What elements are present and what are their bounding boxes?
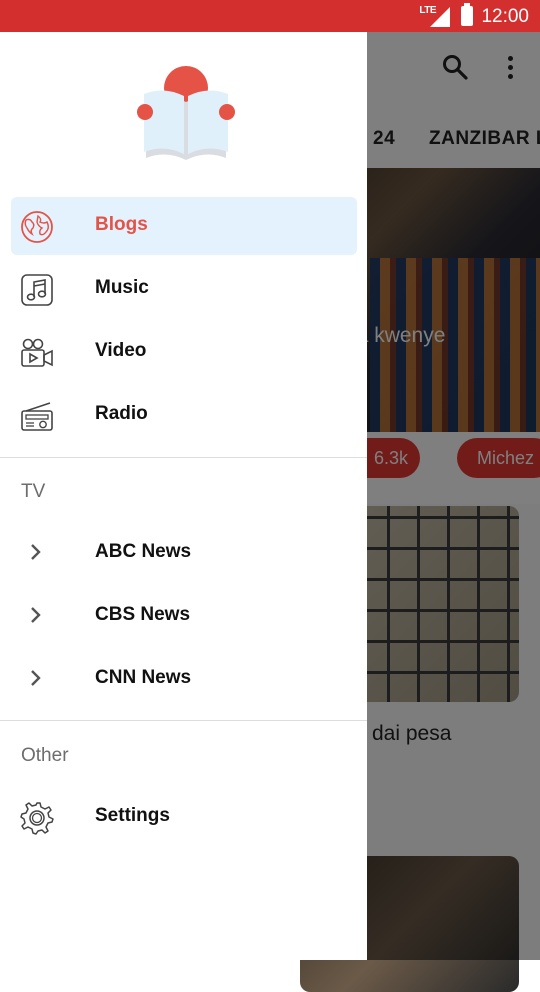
music-note-icon: [21, 274, 53, 306]
video-camera-icon: [21, 338, 53, 367]
drawer-item-cbs-news[interactable]: CBS News: [0, 586, 367, 646]
drawer-item-blogs[interactable]: Blogs: [0, 196, 367, 256]
navigation-drawer: Blogs Music Video Radio TV ABC News CBS …: [0, 32, 367, 960]
drawer-item-music[interactable]: Music: [0, 259, 367, 319]
drawer-item-video[interactable]: Video: [0, 322, 367, 382]
globe-icon: [21, 211, 53, 243]
gear-icon: [20, 802, 54, 835]
chevron-right-icon: [31, 607, 41, 623]
drawer-item-abc-news[interactable]: ABC News: [0, 523, 367, 583]
app-logo: [137, 66, 235, 160]
radio-icon: [21, 402, 53, 431]
divider: [0, 457, 367, 458]
drawer-item-label: CNN News: [95, 667, 192, 688]
drawer-item-label: Settings: [95, 805, 170, 826]
drawer-item-cnn-news[interactable]: CNN News: [0, 649, 367, 709]
chevron-right-icon: [31, 544, 41, 560]
divider: [0, 720, 367, 721]
signal-icon: [430, 7, 450, 27]
drawer-item-radio[interactable]: Radio: [0, 385, 367, 445]
drawer-item-label: Video: [95, 340, 147, 361]
status-bar: LTE 12:00: [0, 0, 540, 32]
clock: 12:00: [481, 6, 529, 27]
section-label-tv: TV: [21, 481, 46, 502]
drawer-item-label: CBS News: [95, 604, 191, 625]
battery-icon: [461, 3, 473, 26]
drawer-item-label: ABC News: [95, 541, 192, 562]
section-label-other: Other: [21, 745, 69, 766]
drawer-item-label: Music: [95, 277, 149, 298]
drawer-item-label: Radio: [95, 403, 148, 424]
drawer-item-label: Blogs: [95, 214, 148, 235]
chevron-right-icon: [31, 670, 41, 686]
drawer-item-settings[interactable]: Settings: [0, 787, 367, 847]
